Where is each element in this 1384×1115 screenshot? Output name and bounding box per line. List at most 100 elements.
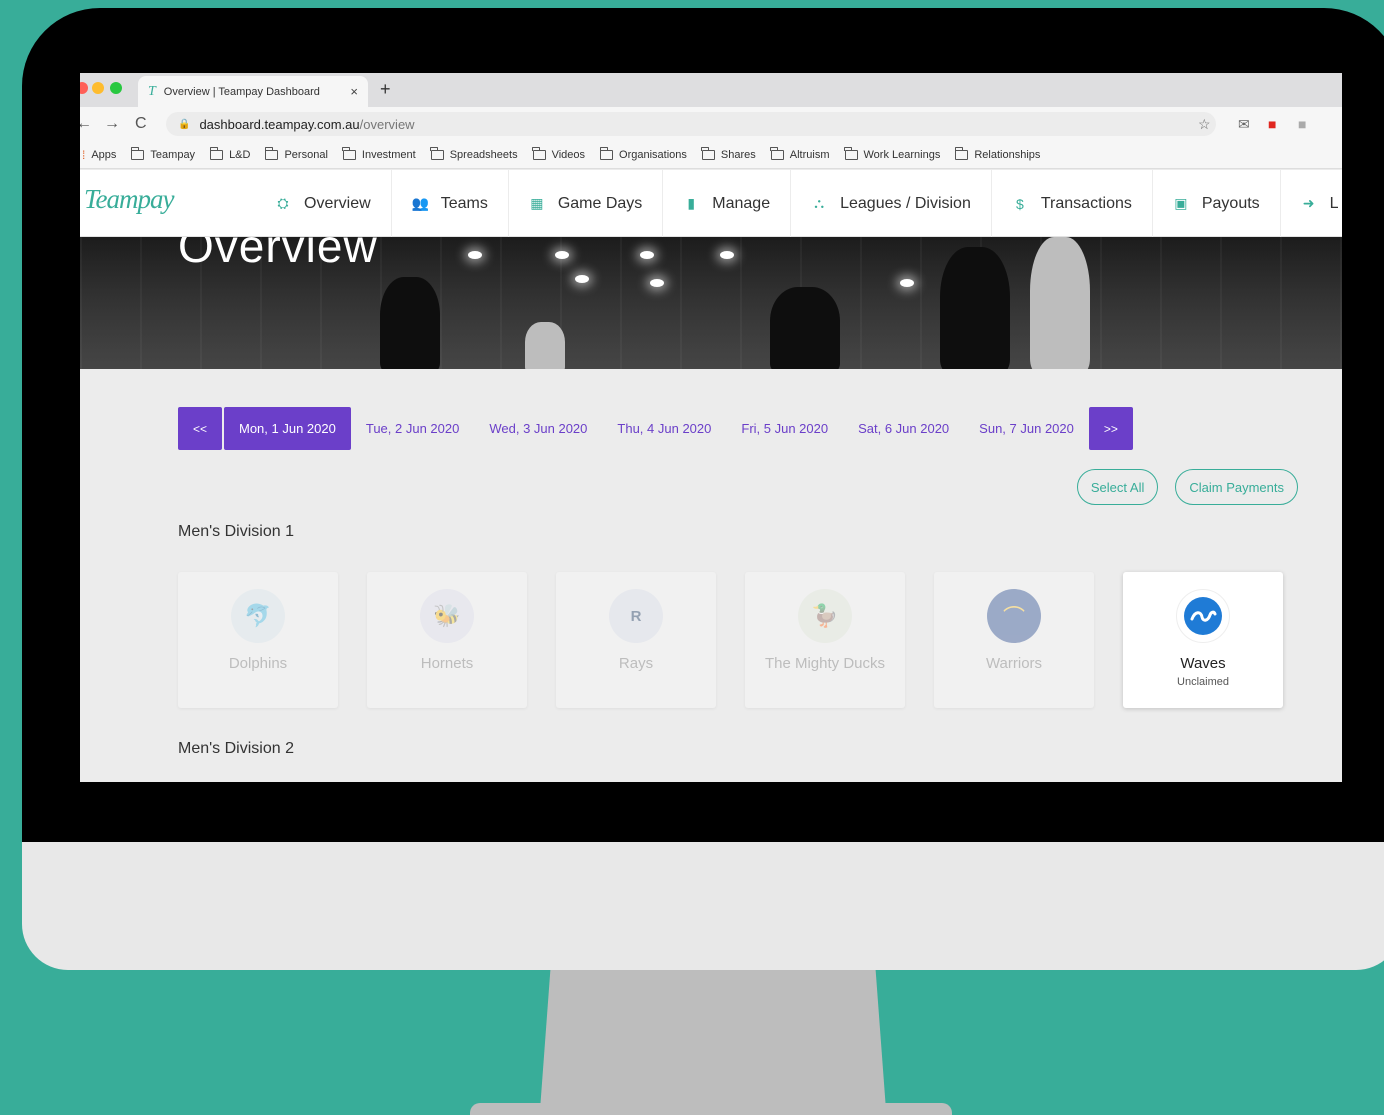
team-card[interactable]: ⌒ Warriors	[934, 572, 1094, 708]
hero-light	[650, 279, 664, 287]
page-title: Overview	[178, 237, 378, 272]
bookmark-folder[interactable]: Altruism	[770, 146, 830, 161]
monitor-chin	[22, 842, 1384, 970]
bookmark-label: Investment	[361, 148, 416, 161]
hero-player	[940, 247, 1010, 369]
teampay-logo[interactable]: Teampay	[84, 184, 175, 215]
nav-label: Game Days	[557, 194, 643, 212]
team-card[interactable]: R Rays	[556, 572, 716, 708]
hero-player	[770, 287, 840, 369]
bookmark-folder[interactable]: Spreadsheets	[430, 146, 518, 161]
bookmark-folder[interactable]: Personal	[264, 146, 328, 161]
date-tab[interactable]: Wed, 3 Jun 2020	[474, 407, 602, 450]
nav-item-overview[interactable]: ⛭ Overview	[255, 170, 392, 237]
bookmark-label: Spreadsheets	[449, 148, 518, 161]
claim-payments-button[interactable]: Claim Payments	[1175, 469, 1298, 505]
nav-label: Teams	[440, 194, 488, 212]
new-tab-button[interactable]: +	[380, 79, 391, 100]
team-card[interactable]: 🐬 Dolphins	[178, 572, 338, 708]
nav-item-game-days[interactable]: ▦ Game Days	[509, 170, 664, 237]
nav-label: Transactions	[1040, 194, 1132, 212]
team-card-selected[interactable]: Waves Unclaimed	[1123, 572, 1283, 708]
nav-item-teams[interactable]: 👥 Teams	[392, 170, 509, 237]
logout-icon: ➜	[1302, 195, 1315, 211]
sitemap-icon: ⛬	[814, 195, 825, 211]
nav-item-logout[interactable]: ➜ L	[1281, 170, 1342, 237]
folder-icon	[954, 146, 969, 160]
screen: T Overview | Teampay Dashboard × + ← → C…	[80, 73, 1342, 782]
youtube-extension-icon[interactable]: ■	[1268, 116, 1276, 132]
nav-item-payouts[interactable]: ▣ Payouts	[1153, 170, 1281, 237]
dollar-icon: $	[1015, 195, 1024, 212]
extension-icon[interactable]: ■	[1298, 116, 1306, 132]
main-nav: ⛭ Overview 👥 Teams ▦ Game Days ▮ Manage ⛬ Lea…	[255, 170, 1342, 237]
bookmark-folder[interactable]: Organisations	[599, 146, 687, 161]
nav-label: L	[1329, 194, 1339, 212]
bookmark-folder[interactable]: Work Learnings	[844, 146, 940, 161]
apps-grid-icon: ⁞	[82, 147, 86, 162]
team-card[interactable]: 🐝 Hornets	[367, 572, 527, 708]
tab-close-icon[interactable]: ×	[350, 84, 358, 99]
team-name: Waves	[1180, 655, 1226, 672]
bookmark-folder[interactable]: Teampay	[130, 146, 196, 161]
nav-item-transactions[interactable]: $ Transactions	[992, 170, 1153, 237]
mail-extension-icon[interactable]: ✉	[1238, 116, 1250, 133]
back-icon[interactable]: ←	[80, 115, 92, 133]
bookmark-folder[interactable]: Videos	[532, 146, 586, 161]
folder-icon	[264, 146, 279, 160]
hero-light	[575, 275, 589, 283]
hero-light	[468, 251, 482, 259]
hero-light	[640, 251, 654, 259]
date-tab[interactable]: Sun, 7 Jun 2020	[964, 407, 1089, 450]
browser-tab[interactable]: T Overview | Teampay Dashboard ×	[138, 76, 368, 107]
folder-icon	[430, 146, 444, 160]
bookmark-label: Teampay	[150, 148, 196, 161]
forward-icon[interactable]: →	[104, 115, 120, 133]
select-all-button[interactable]: Select All	[1076, 469, 1159, 505]
folder-icon	[209, 146, 224, 160]
nav-item-leagues-division[interactable]: ⛬ Leagues / Division	[791, 170, 992, 237]
team-name: Rays	[618, 655, 654, 672]
star-icon[interactable]: ☆	[1198, 116, 1211, 133]
window-close-light[interactable]	[80, 82, 88, 94]
browser-tab-strip: T Overview | Teampay Dashboard × +	[80, 73, 1342, 107]
team-card[interactable]: 🦆 The Mighty Ducks	[745, 572, 905, 708]
bookmark-label: Videos	[551, 148, 586, 161]
team-cards: 🐬 Dolphins 🐝 Hornets R Rays 🦆 The Mighty…	[178, 572, 1312, 708]
nav-label: Leagues / Division	[840, 194, 971, 212]
date-tab[interactable]: Sat, 6 Jun 2020	[843, 407, 964, 450]
team-name: Dolphins	[228, 655, 288, 672]
hero-player	[380, 277, 440, 369]
binoculars-icon: ⛭	[277, 195, 289, 211]
bookmark-label: Apps	[91, 148, 117, 161]
date-tab[interactable]: Tue, 2 Jun 2020	[351, 407, 474, 450]
next-week-button[interactable]: >>	[1088, 407, 1133, 450]
hero-light	[555, 251, 569, 259]
bookmark-folder[interactable]: L&D	[209, 146, 251, 161]
window-zoom-light[interactable]	[110, 82, 122, 94]
reload-icon[interactable]: C	[135, 115, 147, 133]
wave-logo	[1184, 597, 1222, 635]
bookmark-folder[interactable]: Relationships	[954, 146, 1040, 161]
nav-item-manage[interactable]: ▮ Manage	[663, 170, 792, 237]
bookmark-folder[interactable]: Shares	[701, 146, 756, 161]
main-content: << Mon, 1 Jun 2020 Tue, 2 Jun 2020 Wed, …	[80, 369, 1342, 782]
url-path: /overview	[359, 116, 415, 132]
team-name: The Mighty Ducks	[764, 655, 886, 672]
date-tab[interactable]: Thu, 4 Jun 2020	[602, 407, 726, 450]
folder-icon	[342, 146, 356, 160]
url-field[interactable]: 🔒 dashboard.teampay.com.au/overview	[166, 112, 1216, 136]
bookmark-label: L&D	[229, 148, 251, 161]
window-minimize-light[interactable]	[92, 82, 104, 94]
bookmark-folder[interactable]: Investment	[342, 146, 416, 161]
prev-week-button[interactable]: <<	[178, 407, 222, 450]
date-tab[interactable]: Fri, 5 Jun 2020	[726, 407, 843, 450]
team-name: Hornets	[420, 655, 474, 672]
bookmark-apps[interactable]: ⁞ Apps	[82, 148, 116, 162]
folder-icon	[770, 146, 784, 160]
date-tab-active[interactable]: Mon, 1 Jun 2020	[224, 407, 351, 450]
hero-light	[720, 251, 734, 259]
bookmark-label: Organisations	[619, 148, 687, 161]
folder-icon	[844, 146, 858, 160]
users-icon: 👥	[411, 195, 430, 211]
